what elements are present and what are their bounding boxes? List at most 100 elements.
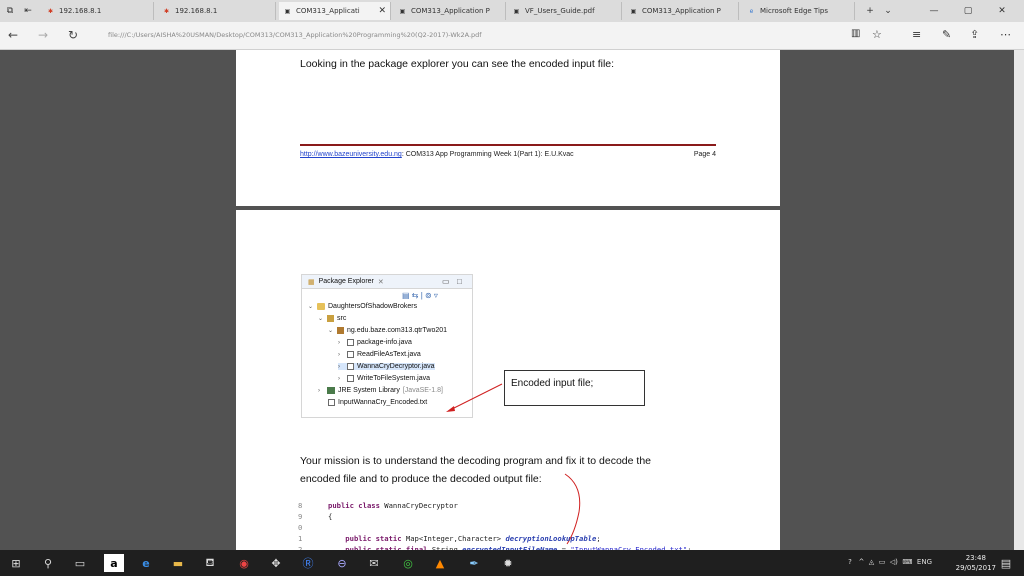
explorer-header: ▦ Package Explorer ✕ ▭ □ bbox=[302, 275, 472, 289]
browser-tab[interactable]: ✱ 192.168.8.1 bbox=[158, 2, 276, 20]
page-scrollbar[interactable] bbox=[1014, 50, 1024, 550]
tree-file: › package-info.java bbox=[338, 339, 412, 346]
code-end: ; bbox=[596, 534, 601, 543]
back-icon[interactable]: ← bbox=[8, 28, 18, 42]
tab-favicon-icon: ▣ bbox=[399, 7, 406, 15]
tab-label: COM313_Application P bbox=[642, 7, 721, 15]
package-explorer-icon: ▦ bbox=[308, 278, 315, 286]
tab-close-icon[interactable]: ✕ bbox=[378, 6, 386, 16]
chrome-icon[interactable]: ◉ bbox=[234, 554, 254, 572]
footer-link[interactable]: http://www.bazeuniversity.edu.ng bbox=[300, 151, 402, 158]
r-app-icon[interactable]: Ⓡ bbox=[298, 554, 318, 572]
code-line: 0 bbox=[298, 522, 692, 533]
address-bar: ← → ↻ file:///C:/Users/AISHA%20USMAN/Des… bbox=[0, 22, 1024, 50]
mission-text-2: encoded file and to produce the decoded … bbox=[300, 473, 542, 485]
code-rest: { bbox=[328, 512, 333, 521]
whatsapp-icon[interactable]: ◎ bbox=[398, 554, 418, 572]
pdf-viewer[interactable]: Looking in the package explorer you can … bbox=[0, 50, 1024, 550]
new-tab-icon[interactable]: + bbox=[862, 0, 878, 22]
java-file-icon bbox=[347, 351, 354, 358]
tabs-aside-icon[interactable]: ⇤ bbox=[20, 0, 36, 22]
browser-tab[interactable]: ▣ COM313_Application P bbox=[625, 2, 739, 20]
collapse-icon: › bbox=[338, 363, 340, 370]
tab-favicon-icon: ▣ bbox=[284, 7, 291, 15]
code-var: decryptionLookupTable bbox=[505, 534, 597, 543]
notifications-icon[interactable]: ▤ bbox=[996, 554, 1016, 572]
file-explorer-icon[interactable]: ▬ bbox=[168, 554, 188, 572]
tab-favicon-icon: ✱ bbox=[163, 7, 170, 15]
collapse-icon: › bbox=[338, 351, 340, 358]
browser-tab[interactable]: e Microsoft Edge Tips bbox=[743, 2, 855, 20]
browser-tab[interactable]: ▣ COM313_Application P bbox=[394, 2, 506, 20]
tab-favicon-icon: ▣ bbox=[513, 7, 520, 15]
tree-project: ⌄ DaughtersOfShadowBrokers bbox=[308, 303, 418, 310]
code-rest: WannaCryDecryptor bbox=[379, 501, 458, 510]
code-ln: 1 bbox=[298, 534, 303, 543]
code-kw: public class bbox=[328, 501, 380, 510]
web-note-icon[interactable]: ✎ bbox=[942, 28, 951, 41]
code-rest: Map<Integer,Character> bbox=[401, 534, 506, 543]
tab-list-chevron-icon[interactable]: ⌄ bbox=[880, 0, 896, 22]
clock[interactable]: 23:48 29/05/2017 bbox=[956, 553, 996, 573]
explorer-title: Package Explorer bbox=[318, 278, 374, 285]
source-folder-icon bbox=[327, 315, 334, 322]
dropbox-icon[interactable]: ✥ bbox=[266, 554, 286, 572]
collapse-icon: › bbox=[318, 387, 320, 394]
page-footer: http://www.bazeuniversity.edu.ng: COM313… bbox=[300, 151, 716, 158]
browser-tab[interactable]: ✱ 192.168.8.1 bbox=[42, 2, 154, 20]
minimize-icon[interactable]: — bbox=[926, 0, 942, 22]
mission-text-1: Your mission is to understand the decodi… bbox=[300, 455, 651, 467]
collapse-icon: › bbox=[338, 339, 340, 346]
java-file-icon bbox=[347, 339, 354, 346]
reading-view-icon[interactable]: ▥ bbox=[851, 28, 860, 39]
close-window-icon[interactable]: ✕ bbox=[994, 0, 1010, 22]
pen-app-icon[interactable]: ✒ bbox=[464, 554, 484, 572]
more-icon[interactable]: ⋯ bbox=[1000, 28, 1011, 41]
pdf-page-4: Looking in the package explorer you can … bbox=[236, 50, 780, 206]
settings-gear-icon[interactable]: ✹ bbox=[498, 554, 518, 572]
keyboard-icon[interactable]: ⌨ bbox=[902, 558, 912, 566]
system-tray[interactable]: ? ^ ◬ ▭ ◁) ⌨ ENG bbox=[848, 558, 932, 566]
hub-icon[interactable]: ≡ bbox=[912, 28, 921, 41]
refresh-icon[interactable]: ↻ bbox=[68, 28, 78, 42]
code-line: 1 public static Map<Integer,Character> d… bbox=[298, 533, 692, 544]
tab-preview-icon[interactable]: ⧉ bbox=[2, 0, 18, 22]
java-file-icon bbox=[347, 363, 354, 370]
tab-label: VF_Users_Guide.pdf bbox=[525, 7, 595, 15]
amazon-icon[interactable]: a bbox=[104, 554, 124, 572]
start-icon[interactable]: ⊞ bbox=[6, 554, 26, 572]
time: 23:48 bbox=[965, 554, 986, 562]
help-icon[interactable]: ? bbox=[848, 558, 852, 566]
date: 29/05/2017 bbox=[955, 564, 996, 572]
search-icon[interactable]: ⚲ bbox=[38, 554, 58, 572]
tab-favicon-icon: ✱ bbox=[47, 7, 54, 15]
language-indicator[interactable]: ENG bbox=[917, 558, 932, 566]
volume-icon[interactable]: ◁) bbox=[890, 558, 898, 566]
pdf-page-5: ▦ Package Explorer ✕ ▭ □ ▤ ⇆ | ⊚ ▿ ⌄ Daug… bbox=[236, 210, 780, 550]
favorite-star-icon[interactable]: ☆ bbox=[872, 28, 882, 41]
tree-package: ⌄ ng.edu.baze.com313.qtrTwo201 bbox=[328, 327, 448, 334]
browser-tab[interactable]: ▣ COM313_Applicati ✕ bbox=[279, 2, 391, 20]
network-icon[interactable]: ◬ bbox=[869, 558, 874, 566]
browser-tab[interactable]: ▣ VF_Users_Guide.pdf bbox=[508, 2, 622, 20]
edge-icon[interactable]: e bbox=[136, 554, 156, 572]
tree-file: › ReadFileAsText.java bbox=[338, 351, 421, 358]
tab-label: COM313_Application P bbox=[411, 7, 490, 15]
forward-icon[interactable]: → bbox=[38, 28, 48, 42]
collapse-icon: › bbox=[338, 375, 340, 382]
code-ln: 0 bbox=[298, 523, 303, 532]
tray-chevron-icon[interactable]: ^ bbox=[859, 558, 865, 566]
code-line: 8 public class WannaCryDecryptor bbox=[298, 500, 692, 511]
mail-icon[interactable]: ✉ bbox=[364, 554, 384, 572]
vlc-icon[interactable]: ▲ bbox=[430, 554, 450, 572]
url-field[interactable]: file:///C:/Users/AISHA%20USMAN/Desktop/C… bbox=[108, 31, 482, 39]
maximize-icon[interactable]: ▢ bbox=[960, 0, 976, 22]
maximize-view-icon: □ bbox=[457, 277, 462, 286]
store-icon[interactable]: ⛾ bbox=[200, 554, 220, 572]
task-view-icon[interactable]: ▭ bbox=[70, 554, 90, 572]
body-text: Looking in the package explorer you can … bbox=[300, 58, 615, 70]
battery-icon[interactable]: ▭ bbox=[879, 558, 886, 566]
share-icon[interactable]: ⇪ bbox=[970, 28, 979, 41]
tab-label: COM313_Applicati bbox=[296, 7, 360, 15]
eclipse-icon[interactable]: ⊖ bbox=[332, 554, 352, 572]
